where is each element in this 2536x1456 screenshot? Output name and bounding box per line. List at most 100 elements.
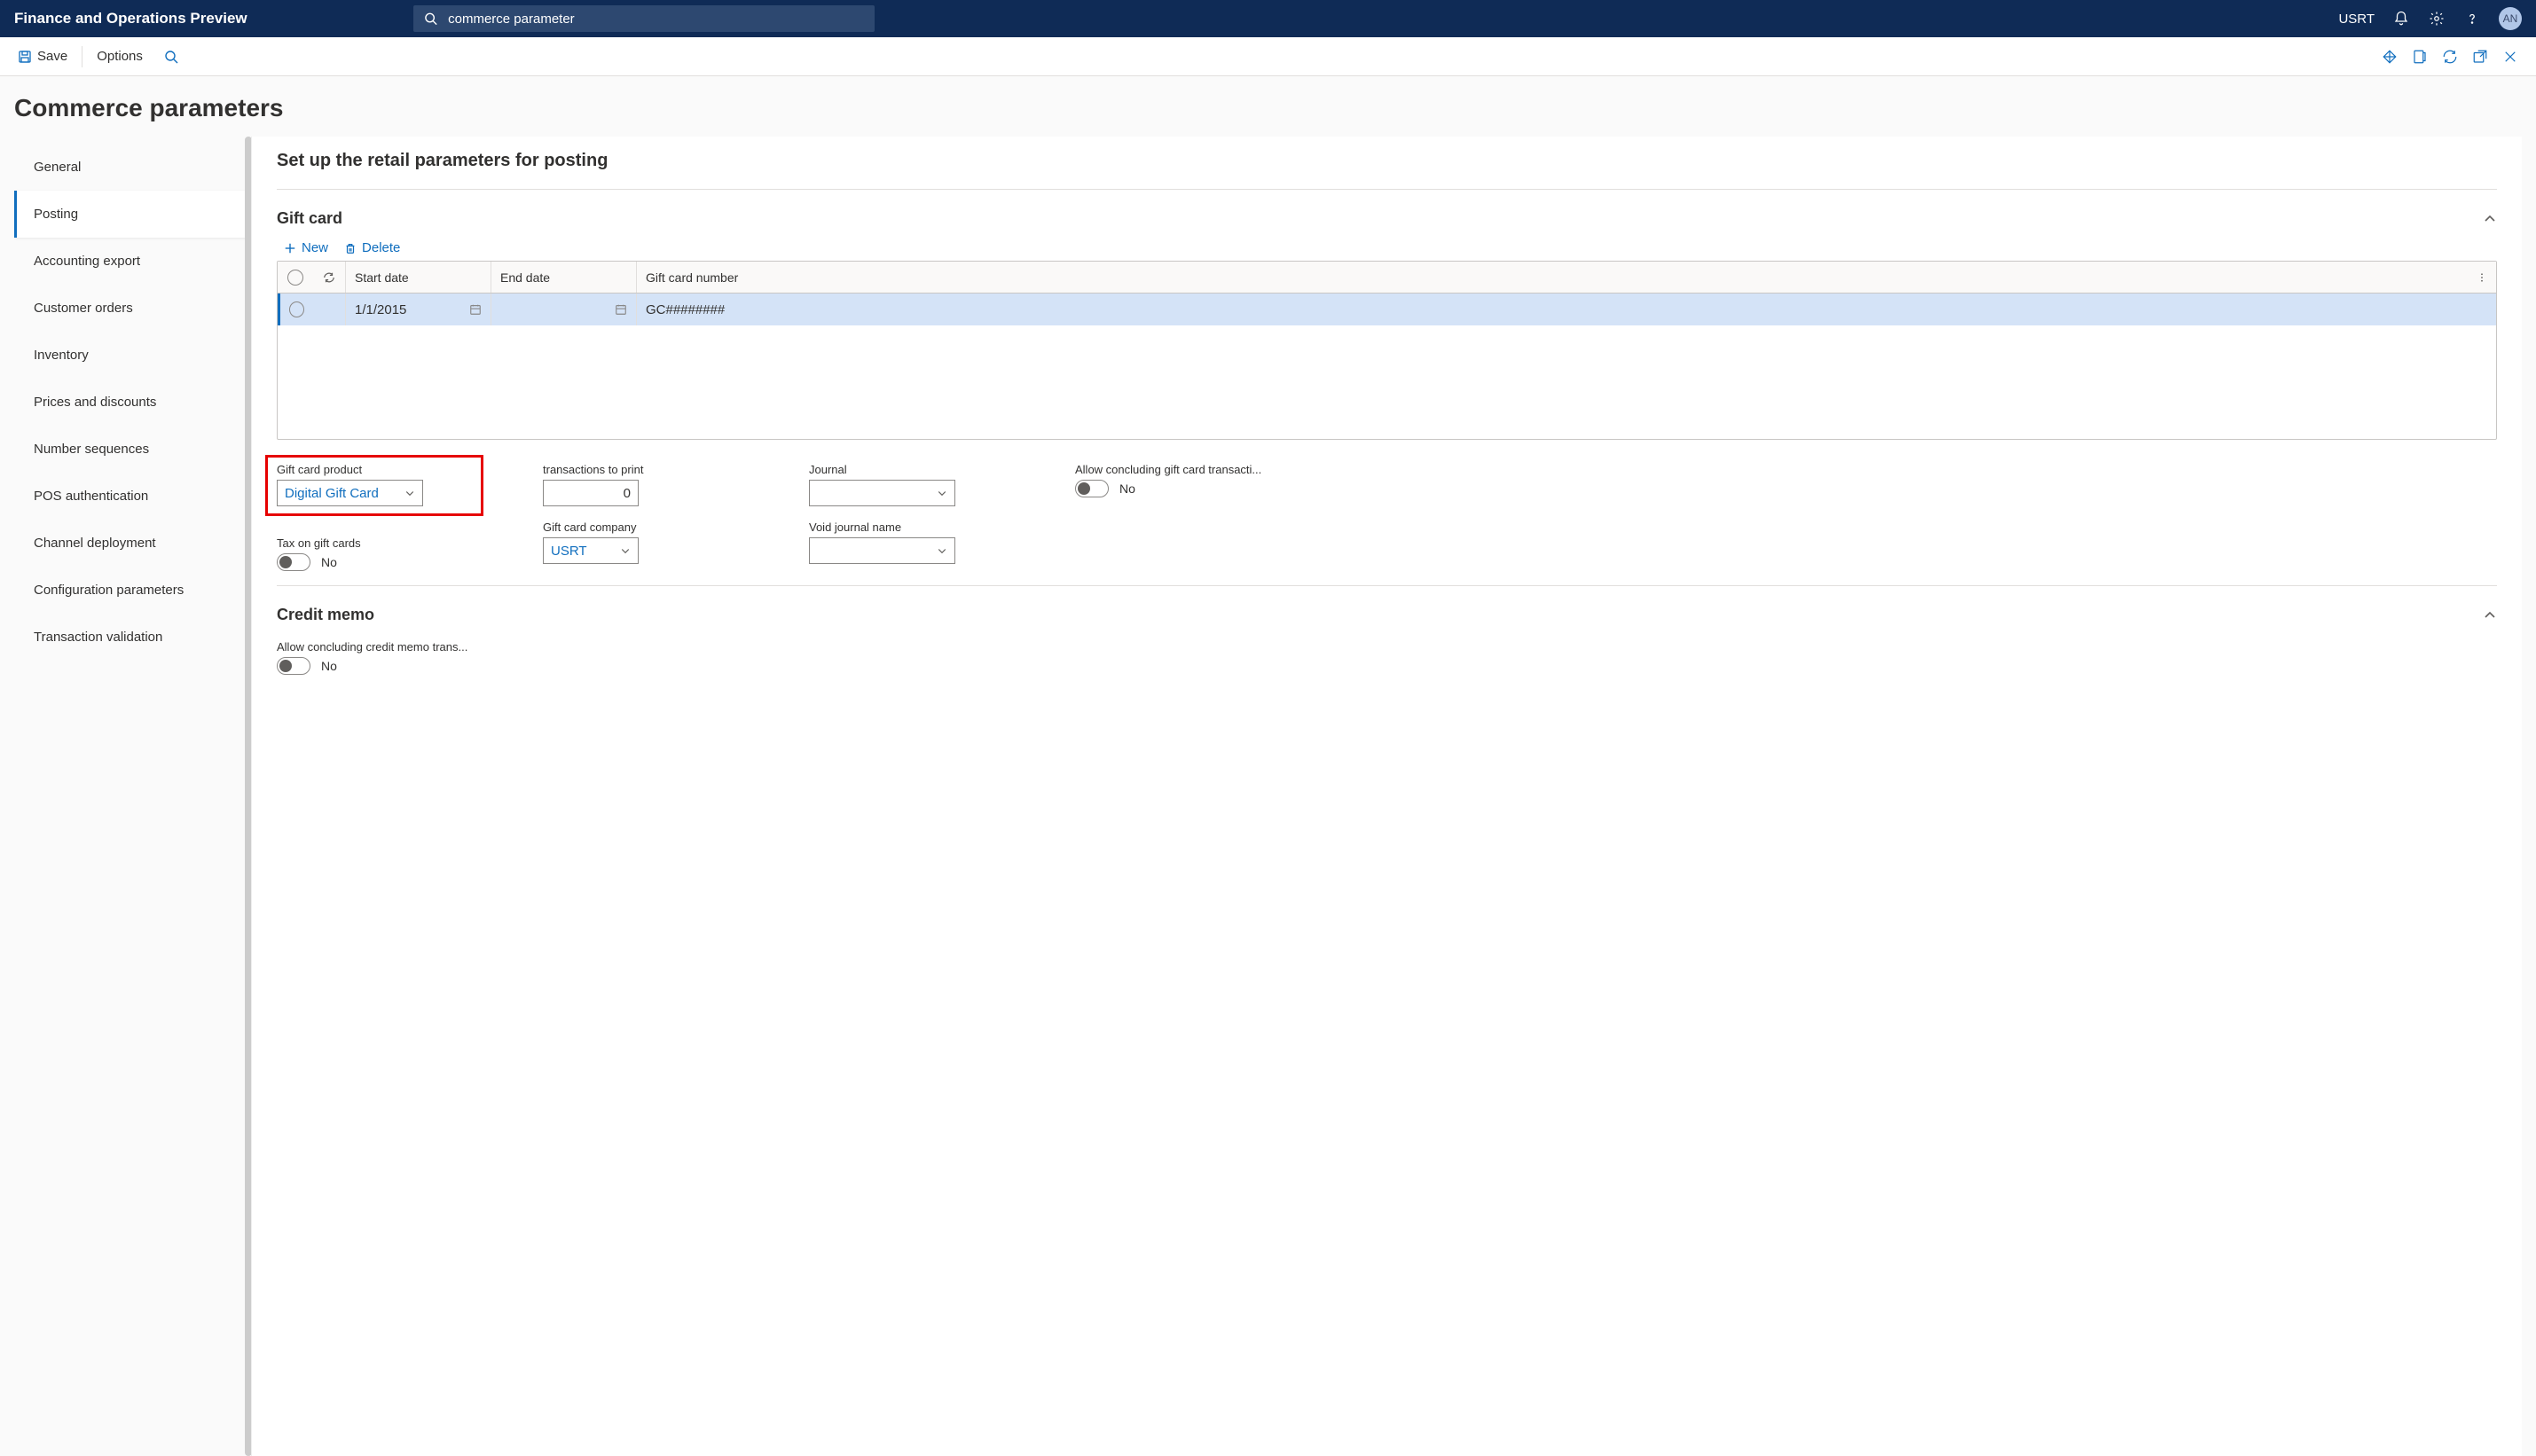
allow-concluding-cm-value: No bbox=[321, 659, 337, 673]
transactions-to-print-value: 0 bbox=[624, 486, 631, 501]
chevron-up-icon bbox=[2483, 608, 2497, 622]
fasttab-title: Gift card bbox=[277, 209, 342, 228]
allow-concluding-gc-label: Allow concluding gift card transacti... bbox=[1075, 463, 1268, 476]
gear-icon[interactable] bbox=[2428, 10, 2446, 27]
transactions-to-print-input[interactable]: 0 bbox=[543, 480, 639, 506]
select-all[interactable] bbox=[278, 262, 313, 293]
row-selector[interactable] bbox=[289, 301, 304, 317]
new-label: New bbox=[302, 240, 328, 255]
options-button[interactable]: Options bbox=[86, 43, 153, 69]
app-header: Finance and Operations Preview USRT AN bbox=[0, 0, 2536, 37]
refresh-column[interactable] bbox=[313, 262, 345, 293]
tax-on-gift-cards-label: Tax on gift cards bbox=[277, 536, 472, 550]
office-icon[interactable] bbox=[2412, 49, 2428, 65]
chevron-down-icon bbox=[937, 488, 947, 498]
grid-more[interactable] bbox=[2468, 262, 2496, 293]
tab-general[interactable]: General bbox=[14, 144, 252, 191]
delete-button[interactable]: Delete bbox=[344, 240, 400, 255]
refresh-icon[interactable] bbox=[2442, 49, 2458, 65]
tab-pos-auth[interactable]: POS authentication bbox=[14, 473, 252, 520]
save-button[interactable]: Save bbox=[7, 43, 78, 69]
tab-transaction-validation[interactable]: Transaction validation bbox=[14, 614, 252, 661]
gift-card-grid: Start date End date Gift card number 1/1… bbox=[277, 261, 2497, 440]
new-button[interactable]: New bbox=[284, 240, 328, 255]
col-start-date[interactable]: Start date bbox=[345, 262, 491, 293]
sidebar: General Posting Accounting export Custom… bbox=[14, 137, 252, 1456]
tab-inventory[interactable]: Inventory bbox=[14, 332, 252, 379]
allow-concluding-cm-toggle[interactable] bbox=[277, 657, 310, 675]
credit-memo-fields: Allow concluding credit memo trans... No bbox=[277, 637, 2497, 689]
grid-header: Start date End date Gift card number bbox=[278, 262, 2496, 294]
tab-prices-discounts[interactable]: Prices and discounts bbox=[14, 379, 252, 426]
company-code[interactable]: USRT bbox=[2338, 12, 2375, 27]
cell-gift-card-number[interactable]: GC######## bbox=[636, 294, 2496, 325]
tab-channel-deployment[interactable]: Channel deployment bbox=[14, 520, 252, 567]
gift-card-product-label: Gift card product bbox=[277, 463, 472, 476]
fasttab-title: Credit memo bbox=[277, 606, 374, 624]
trash-icon bbox=[344, 242, 357, 254]
avatar[interactable]: AN bbox=[2499, 7, 2522, 30]
table-row[interactable]: 1/1/2015 GC######## bbox=[278, 294, 2496, 325]
allow-concluding-gc-toggle[interactable] bbox=[1075, 480, 1109, 497]
delete-label: Delete bbox=[362, 240, 400, 255]
action-bar: Save Options bbox=[0, 37, 2536, 76]
void-journal-label: Void journal name bbox=[809, 521, 1004, 534]
find-button[interactable] bbox=[153, 44, 189, 69]
more-icon bbox=[2477, 271, 2487, 284]
global-search[interactable] bbox=[413, 5, 875, 32]
calendar-icon[interactable] bbox=[469, 303, 482, 316]
chevron-down-icon bbox=[620, 545, 631, 556]
tab-config-params[interactable]: Configuration parameters bbox=[14, 567, 252, 614]
cell-end-date[interactable] bbox=[491, 294, 636, 325]
chevron-down-icon bbox=[404, 488, 415, 498]
save-label: Save bbox=[37, 49, 67, 64]
search-icon bbox=[164, 50, 178, 64]
close-icon[interactable] bbox=[2502, 49, 2518, 65]
main-panel: Set up the retail parameters for posting… bbox=[252, 137, 2522, 1456]
allow-concluding-cm-label: Allow concluding credit memo trans... bbox=[277, 640, 470, 654]
tab-customer-orders[interactable]: Customer orders bbox=[14, 285, 252, 332]
popout-icon[interactable] bbox=[2472, 49, 2488, 65]
fasttab-gift-card-header[interactable]: Gift card bbox=[277, 204, 2497, 240]
diamond-icon[interactable] bbox=[2382, 49, 2398, 65]
col-gift-card-number[interactable]: Gift card number bbox=[636, 262, 2468, 293]
transactions-to-print-label: transactions to print bbox=[543, 463, 738, 476]
tab-accounting-export[interactable]: Accounting export bbox=[14, 238, 252, 285]
page-title: Commerce parameters bbox=[14, 94, 2522, 122]
cell-start-date[interactable]: 1/1/2015 bbox=[345, 294, 491, 325]
page: Commerce parameters General Posting Acco… bbox=[0, 76, 2536, 1456]
gift-card-product-combo[interactable]: Digital Gift Card bbox=[277, 480, 423, 506]
journal-combo[interactable] bbox=[809, 480, 955, 506]
void-journal-combo[interactable] bbox=[809, 537, 955, 564]
gift-card-company-label: Gift card company bbox=[543, 521, 738, 534]
search-input[interactable] bbox=[448, 12, 864, 27]
fasttab-credit-memo-header[interactable]: Credit memo bbox=[277, 600, 2497, 637]
tab-number-sequences[interactable]: Number sequences bbox=[14, 426, 252, 473]
gift-card-product-value: Digital Gift Card bbox=[285, 486, 404, 501]
app-title: Finance and Operations Preview bbox=[14, 10, 413, 27]
help-icon[interactable] bbox=[2463, 10, 2481, 27]
calendar-icon[interactable] bbox=[615, 303, 627, 316]
section-title: Set up the retail parameters for posting bbox=[277, 151, 2497, 171]
tab-posting[interactable]: Posting bbox=[14, 191, 252, 238]
chevron-down-icon bbox=[937, 545, 947, 556]
grid-body: 1/1/2015 GC######## bbox=[278, 294, 2496, 439]
content: General Posting Accounting export Custom… bbox=[14, 137, 2522, 1456]
gift-card-fields: Gift card product Digital Gift Card Tax … bbox=[277, 459, 2497, 586]
refresh-icon bbox=[323, 271, 335, 284]
start-date-value: 1/1/2015 bbox=[355, 302, 406, 317]
bell-icon[interactable] bbox=[2392, 10, 2410, 27]
journal-label: Journal bbox=[809, 463, 1004, 476]
separator bbox=[277, 189, 2497, 190]
save-icon bbox=[18, 50, 32, 64]
col-end-date[interactable]: End date bbox=[491, 262, 636, 293]
number-value: GC######## bbox=[646, 302, 725, 317]
tax-on-gift-cards-toggle[interactable] bbox=[277, 553, 310, 571]
chevron-up-icon bbox=[2483, 212, 2497, 226]
allow-concluding-gc-value: No bbox=[1119, 481, 1135, 496]
options-label: Options bbox=[97, 49, 143, 64]
tax-on-gift-cards-value: No bbox=[321, 555, 337, 569]
gift-card-company-combo[interactable]: USRT bbox=[543, 537, 639, 564]
gift-card-company-value: USRT bbox=[551, 544, 620, 559]
grid-toolbar: New Delete bbox=[277, 240, 2497, 261]
